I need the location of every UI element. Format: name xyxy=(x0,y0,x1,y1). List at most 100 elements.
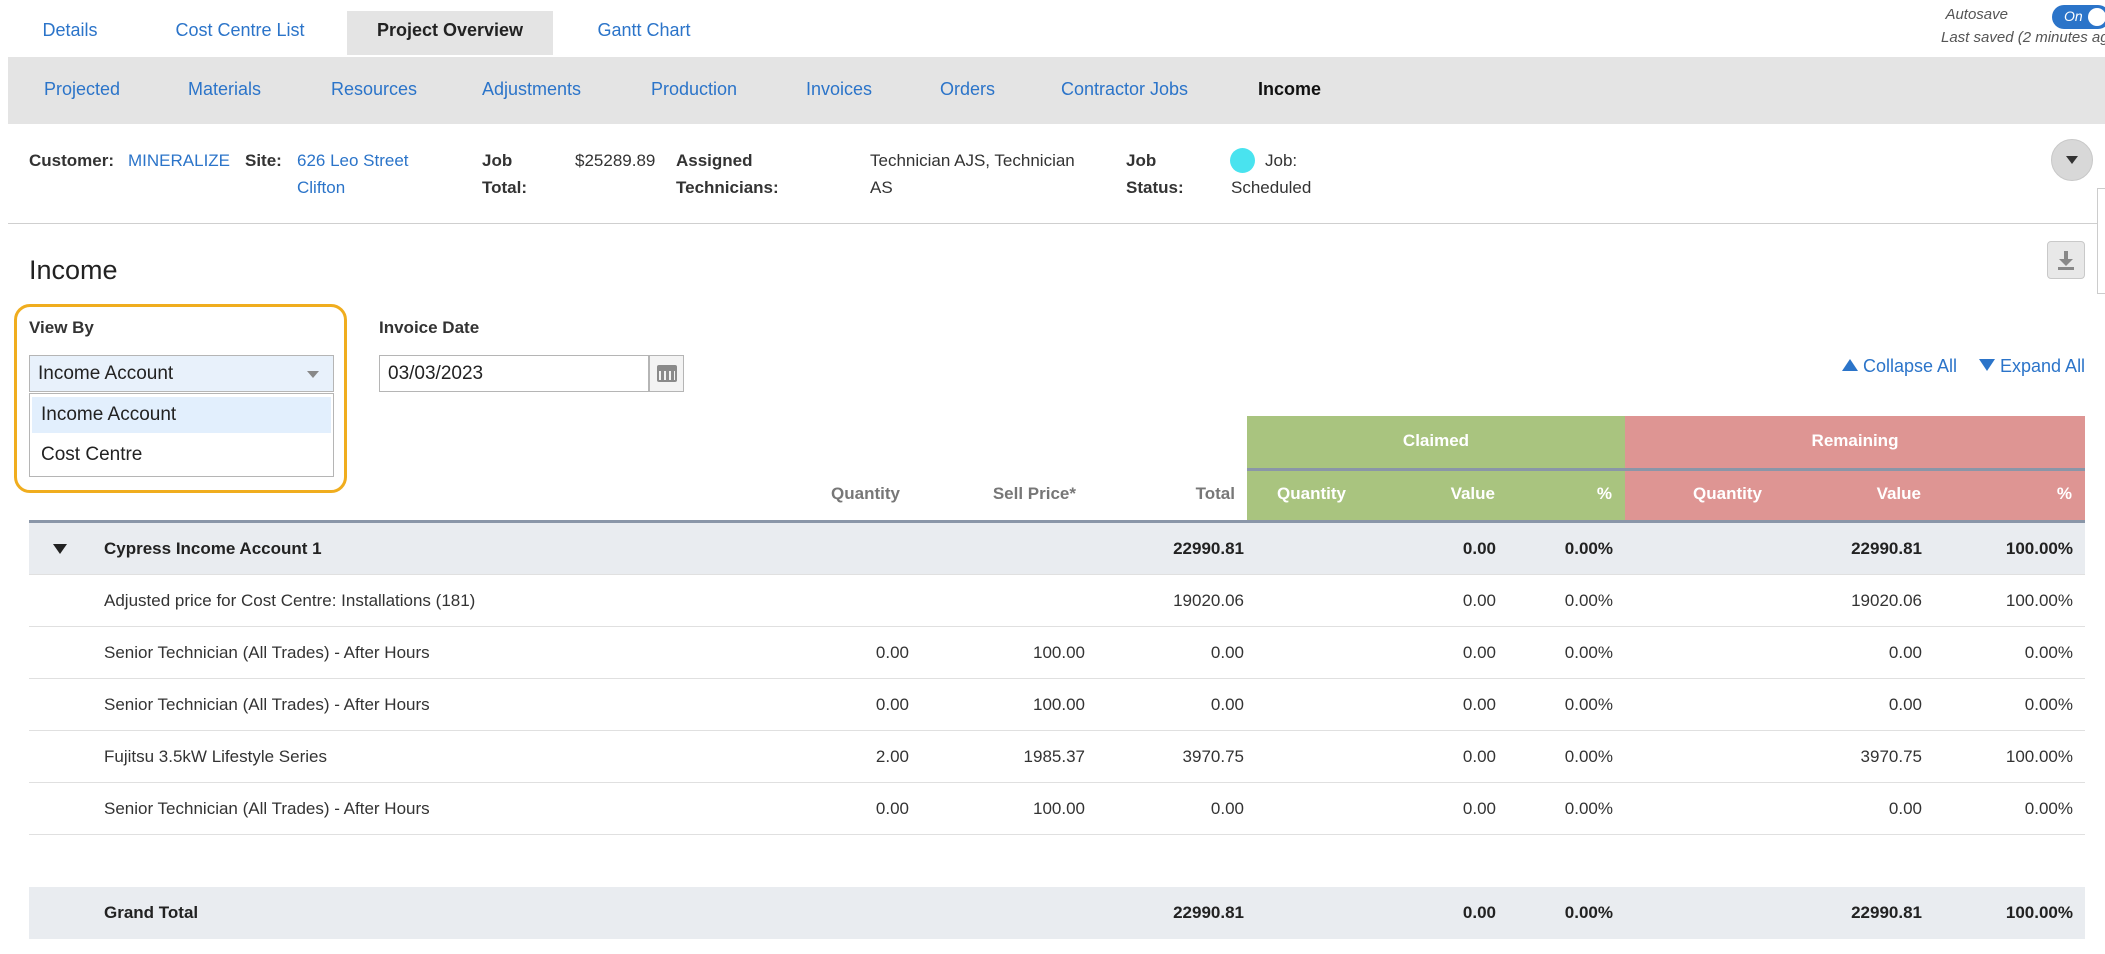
autosave-label: Autosave xyxy=(1945,6,2008,23)
row-name: Senior Technician (All Trades) - After H… xyxy=(104,695,430,714)
assigned-label-line-2: Technicians: xyxy=(676,178,779,197)
row-claimed-percent: 0.00% xyxy=(1564,799,1613,818)
row-claimed-percent: 0.00% xyxy=(1564,643,1613,662)
sub-nav-bar: Projected Materials Resources Adjustment… xyxy=(8,57,2105,124)
subtab-adjustments[interactable]: Adjustments xyxy=(482,79,581,100)
header-quantity: Quantity xyxy=(831,484,900,503)
header-remaining-value: Value xyxy=(1876,484,1921,503)
row-total: 19020.06 xyxy=(1173,591,1244,610)
row-claimed-value: 0.00 xyxy=(1462,643,1496,662)
group-row[interactable]: Cypress Income Account 1 22990.81 0.00 0… xyxy=(29,523,2085,575)
autosave-toggle[interactable]: On xyxy=(2052,5,2105,29)
calendar-button[interactable] xyxy=(649,355,684,392)
row-remaining-percent: 100.00% xyxy=(2005,747,2073,766)
grand-total-claimed-value: 0.00 xyxy=(1462,903,1496,922)
view-by-dropdown: Income Account Cost Centre xyxy=(29,393,334,477)
row-claimed-value: 0.00 xyxy=(1462,799,1496,818)
site-line-1: 626 Leo Street xyxy=(297,151,409,170)
toggle-knob-icon xyxy=(2088,8,2105,26)
row-sell-price: 100.00 xyxy=(1033,695,1085,714)
collapse-info-chevron-icon[interactable] xyxy=(2051,139,2093,181)
row-remaining-value: 0.00 xyxy=(1888,643,1922,662)
row-claimed-percent: 0.00% xyxy=(1564,695,1613,714)
job-total-label: Job Total: xyxy=(482,147,527,201)
row-remaining-value: 3970.75 xyxy=(1860,747,1922,766)
status-line-2: Scheduled xyxy=(1231,178,1312,197)
tab-details[interactable]: Details xyxy=(24,11,116,55)
grand-total-remaining-value: 22990.81 xyxy=(1851,903,1922,922)
row-remaining-value: 19020.06 xyxy=(1851,591,1922,610)
table-row: Senior Technician (All Trades) - After H… xyxy=(29,679,2085,731)
row-total: 0.00 xyxy=(1210,695,1244,714)
row-claimed-value: 0.00 xyxy=(1462,747,1496,766)
subtab-orders[interactable]: Orders xyxy=(940,79,995,100)
download-button[interactable] xyxy=(2047,241,2085,279)
status-line-1: Job: xyxy=(1265,151,1298,170)
header-remaining-quantity: Quantity xyxy=(1693,484,1762,503)
collapse-all-text: Collapse All xyxy=(1863,356,1958,376)
header-claimed-value: Value xyxy=(1450,484,1495,503)
status-label-line-1: Job xyxy=(1126,151,1157,170)
view-by-option-income-account[interactable]: Income Account xyxy=(32,397,331,433)
assigned-technicians-label: Assigned Technicians: xyxy=(676,147,779,201)
row-total: 3970.75 xyxy=(1182,747,1244,766)
autosave-toggle-text: On xyxy=(2064,8,2083,24)
subtab-materials[interactable]: Materials xyxy=(188,79,261,100)
row-remaining-percent: 0.00% xyxy=(2024,643,2073,662)
header-remaining-percent: % xyxy=(2056,484,2072,503)
subtab-resources[interactable]: Resources xyxy=(331,79,417,100)
subtab-production[interactable]: Production xyxy=(651,79,737,100)
invoice-date-input[interactable]: 03/03/2023 xyxy=(379,355,649,392)
row-claimed-percent: 0.00% xyxy=(1564,747,1613,766)
site-link[interactable]: 626 Leo Street Clifton xyxy=(297,147,409,201)
remaining-group-header: Remaining xyxy=(1625,416,2085,468)
group-claimed-value: 0.00 xyxy=(1462,539,1496,558)
assigned-line-1: Technician AJS, Technician xyxy=(870,151,1075,170)
triangle-up-icon xyxy=(1842,359,1858,371)
job-total-label-line-2: Total: xyxy=(482,178,528,197)
grand-total-claimed-percent: 0.00% xyxy=(1564,903,1613,922)
job-total-label-line-1: Job xyxy=(482,151,513,170)
triangle-down-icon xyxy=(1979,359,1995,371)
expand-all-link[interactable]: Expand All xyxy=(1979,356,2085,377)
row-quantity: 0.00 xyxy=(875,695,909,714)
tab-cost-centre-list[interactable]: Cost Centre List xyxy=(162,11,318,55)
table-row: Senior Technician (All Trades) - After H… xyxy=(29,783,2085,835)
row-claimed-value: 0.00 xyxy=(1462,695,1496,714)
customer-link[interactable]: MINERALIZE xyxy=(128,147,230,174)
view-by-select[interactable]: Income Account xyxy=(29,355,334,392)
status-label-line-2: Status: xyxy=(1126,178,1184,197)
subtab-contractor-jobs[interactable]: Contractor Jobs xyxy=(1061,79,1188,100)
tab-project-overview[interactable]: Project Overview xyxy=(347,11,553,55)
row-remaining-percent: 100.00% xyxy=(2005,591,2073,610)
assigned-label-line-1: Assigned xyxy=(676,151,753,170)
header-total: Total xyxy=(1195,484,1235,503)
calendar-icon xyxy=(657,365,677,382)
group-name: Cypress Income Account 1 xyxy=(104,539,322,558)
grand-total-row: Grand Total 22990.81 0.00 0.00% 22990.81… xyxy=(29,887,2085,939)
grand-total-label: Grand Total xyxy=(104,903,199,922)
row-remaining-percent: 0.00% xyxy=(2024,695,2073,714)
table-row: Adjusted price for Cost Centre: Installa… xyxy=(29,575,2085,627)
site-line-2: Clifton xyxy=(297,178,346,197)
collapse-all-link[interactable]: Collapse All xyxy=(1842,356,1957,377)
view-by-label: View By xyxy=(29,318,94,337)
view-by-selected-value: Income Account xyxy=(38,363,174,384)
subtab-invoices[interactable]: Invoices xyxy=(806,79,872,100)
group-remaining-percent: 100.00% xyxy=(2005,539,2073,558)
tab-gantt-chart[interactable]: Gantt Chart xyxy=(585,11,703,55)
page-title: Income xyxy=(29,255,118,285)
view-by-option-cost-centre[interactable]: Cost Centre xyxy=(32,437,331,473)
row-remaining-value: 0.00 xyxy=(1888,695,1922,714)
row-remaining-percent: 0.00% xyxy=(2024,799,2073,818)
row-quantity: 0.00 xyxy=(875,799,909,818)
assigned-line-2: AS xyxy=(870,178,893,197)
row-total: 0.00 xyxy=(1210,799,1244,818)
header-claimed-quantity: Quantity xyxy=(1277,484,1346,503)
subtab-projected[interactable]: Projected xyxy=(44,79,120,100)
side-panel-tab[interactable] xyxy=(2097,188,2105,294)
expand-triangle-icon[interactable] xyxy=(53,544,67,554)
subtab-income[interactable]: Income xyxy=(1258,79,1321,100)
row-quantity: 0.00 xyxy=(875,643,909,662)
chevron-down-icon xyxy=(307,371,319,378)
